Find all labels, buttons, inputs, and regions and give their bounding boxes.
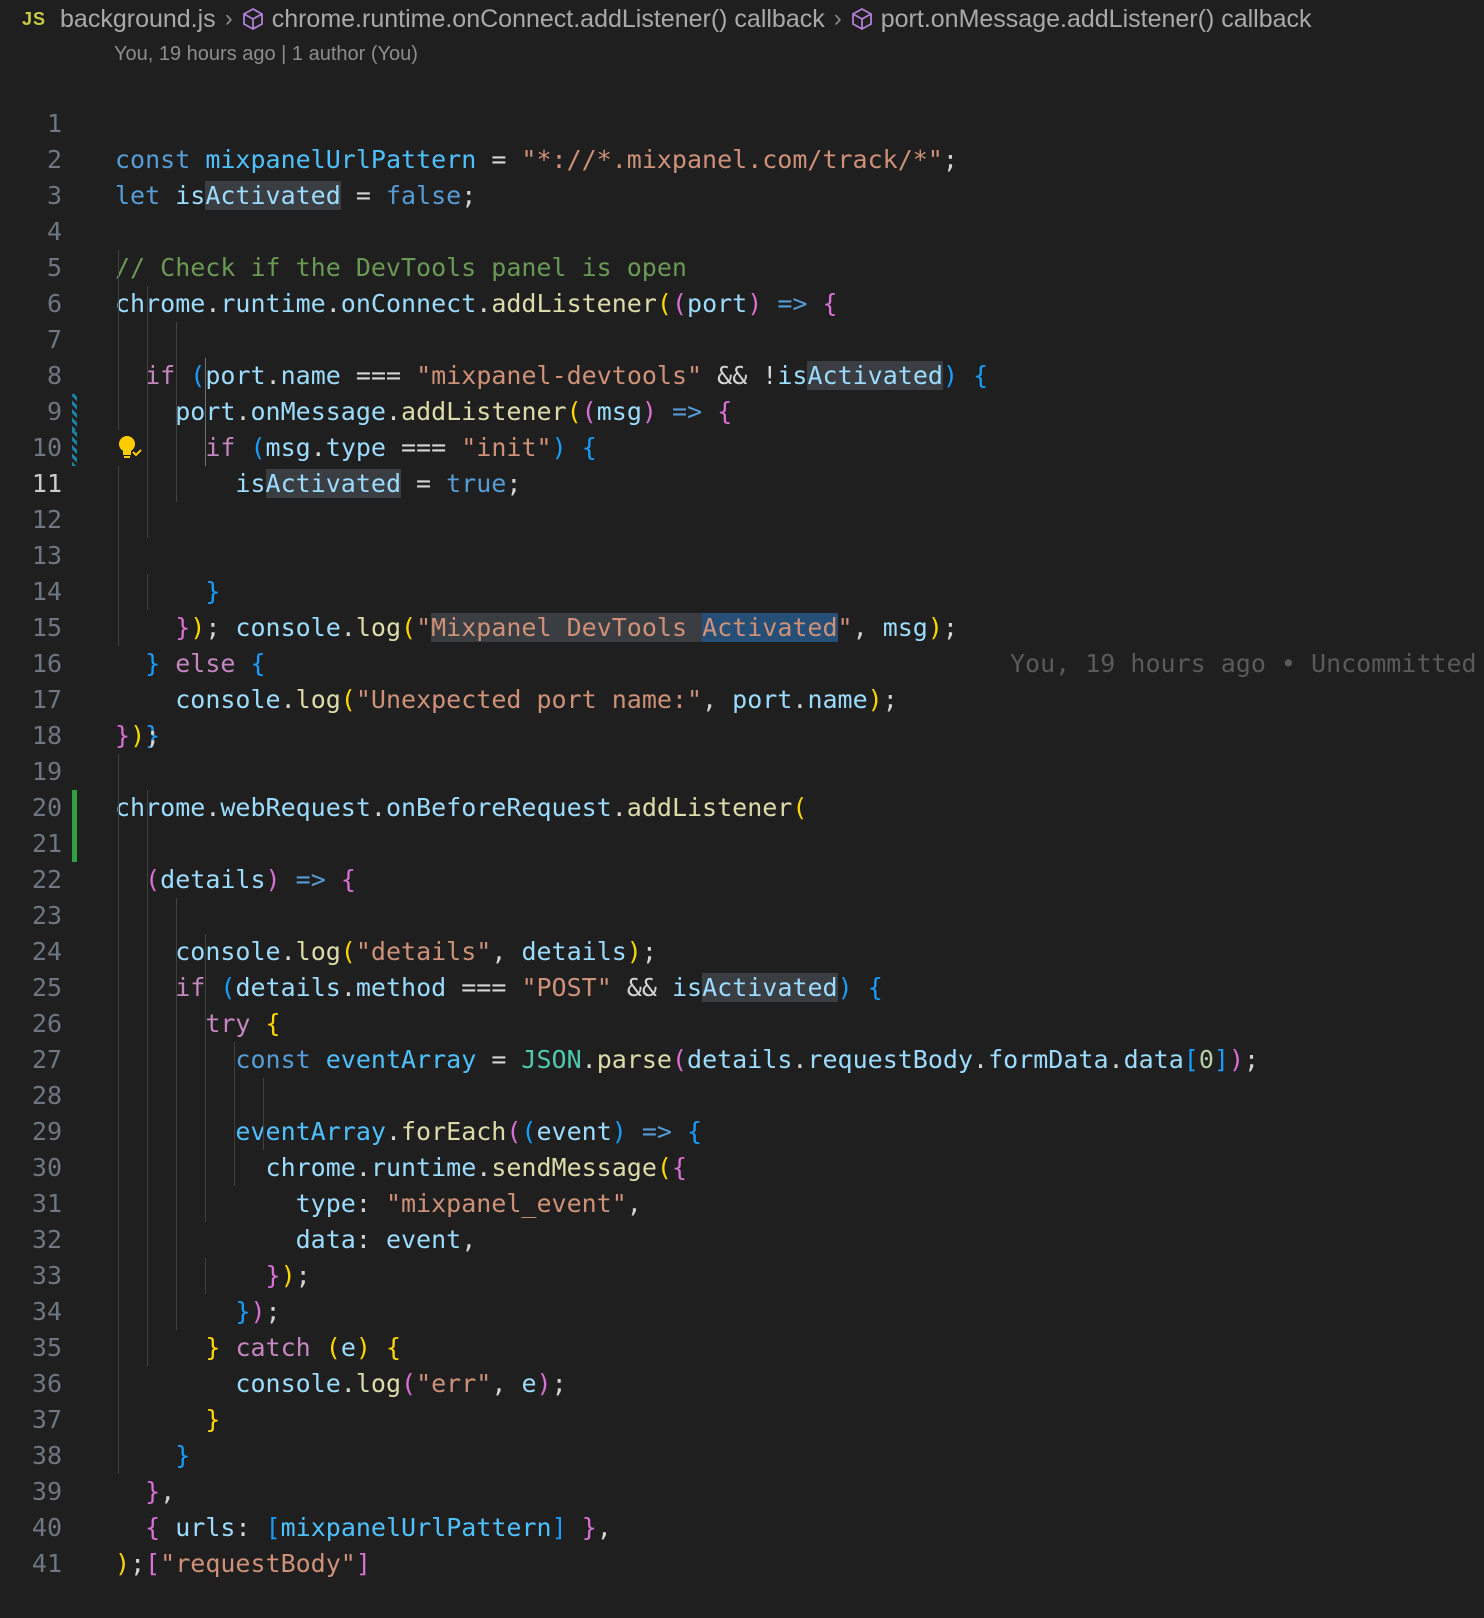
code-line[interactable]: 21 console.log("details", details); (0, 790, 1484, 966)
code-line[interactable]: 34 console.log("err", e); (0, 1258, 1484, 1398)
code-editor[interactable]: 1 const mixpanelUrlPattern = "*://*.mixp… (0, 70, 1484, 1578)
breadcrumb-file[interactable]: background.js (60, 5, 216, 34)
codelens-blame[interactable]: You, 19 hours ago | 1 author (You) (0, 38, 1484, 70)
javascript-file-icon: JS (22, 8, 47, 29)
code-line[interactable]: 3 (0, 142, 1484, 210)
code-line[interactable]: 37 }, (0, 1366, 1484, 1506)
code-line[interactable]: 28 chrome.runtime.sendMessage({ (0, 1042, 1484, 1182)
code-line[interactable]: 15 console.log("Unexpected port name:", … (0, 574, 1484, 714)
code-line[interactable]: 7 port.onMessage.addListener((msg) => { (0, 286, 1484, 426)
code-line-active[interactable]: 11 console.log("Mixpanel DevTools Activa… (0, 430, 1484, 678)
code-line[interactable]: 39 ["requestBody"] (0, 1438, 1484, 1578)
code-line[interactable]: 38 { urls: [mixpanelUrlPattern] }, (0, 1402, 1484, 1542)
breadcrumb-crumb-onconnect[interactable]: chrome.runtime.onConnect.addListener() c… (272, 5, 825, 34)
code-line[interactable]: 31 }); (0, 1150, 1484, 1290)
gutter-added-indicator[interactable] (72, 790, 77, 826)
breadcrumb-separator: › (833, 5, 842, 32)
code-line[interactable]: 17 }); (0, 646, 1484, 750)
code-line[interactable]: 1 const mixpanelUrlPattern = "*://*.mixp… (0, 70, 1484, 174)
code-line[interactable]: 10 (0, 394, 1484, 462)
code-line[interactable]: 30 data: event, (0, 1114, 1484, 1254)
code-line[interactable]: 2 let isActivated = false; (0, 106, 1484, 210)
code-line[interactable]: 12 } (0, 466, 1484, 606)
code-line[interactable]: 14 } else { (0, 538, 1484, 678)
code-line[interactable]: 40 ); (0, 1474, 1484, 1578)
method-cube-icon (851, 7, 873, 31)
line-source: ["requestBody"] (145, 1549, 371, 1578)
code-line[interactable]: 24 try { (0, 898, 1484, 1038)
code-line[interactable]: 23 if (details.method === "POST" && isAc… (0, 862, 1484, 1002)
gutter-added-indicator[interactable] (72, 826, 77, 862)
code-line[interactable]: 35 } (0, 1294, 1484, 1434)
code-line[interactable]: 27 eventArray.forEach((event) => { (0, 1006, 1484, 1146)
code-line[interactable]: 36 } (0, 1330, 1484, 1470)
code-line[interactable]: 25 const eventArray = JSON.parse(details… (0, 934, 1484, 1074)
code-line[interactable]: 26 (0, 970, 1484, 1038)
code-line[interactable]: 8 if (msg.type === "init") { (0, 322, 1484, 462)
breadcrumb: JS background.js › chrome.runtime.onConn… (0, 0, 1484, 38)
code-line[interactable]: 16 } (0, 610, 1484, 750)
code-line[interactable]: 22 (0, 826, 1484, 894)
code-line[interactable]: 5 chrome.runtime.onConnect.addListener((… (0, 214, 1484, 318)
line-number: 41 (31, 1549, 62, 1578)
method-cube-icon (242, 7, 264, 31)
code-line[interactable]: 13 }); (0, 502, 1484, 642)
code-line[interactable]: 6 if (port.name === "mixpanel-devtools" … (0, 250, 1484, 390)
code-line[interactable]: 41 (0, 1510, 1484, 1578)
breadcrumb-separator: › (224, 5, 233, 32)
code-line[interactable]: 9 isActivated = true; (0, 358, 1484, 498)
code-line[interactable]: 19 chrome.webRequest.onBeforeRequest.add… (0, 718, 1484, 822)
line-source: ); (115, 1549, 146, 1578)
gutter-modified-indicator[interactable] (72, 394, 77, 430)
code-line[interactable]: 20 (details) => { (0, 754, 1484, 894)
code-line[interactable]: 32 }); (0, 1186, 1484, 1326)
code-line[interactable]: 18 (0, 682, 1484, 750)
gutter-modified-indicator[interactable] (72, 430, 77, 466)
code-line[interactable]: 33 } catch (e) { (0, 1222, 1484, 1362)
breadcrumb-crumb-onmessage[interactable]: port.onMessage.addListener() callback (881, 5, 1312, 34)
code-line[interactable]: 4 // Check if the DevTools panel is open (0, 178, 1484, 282)
code-line[interactable]: 29 type: "mixpanel_event", (0, 1078, 1484, 1218)
